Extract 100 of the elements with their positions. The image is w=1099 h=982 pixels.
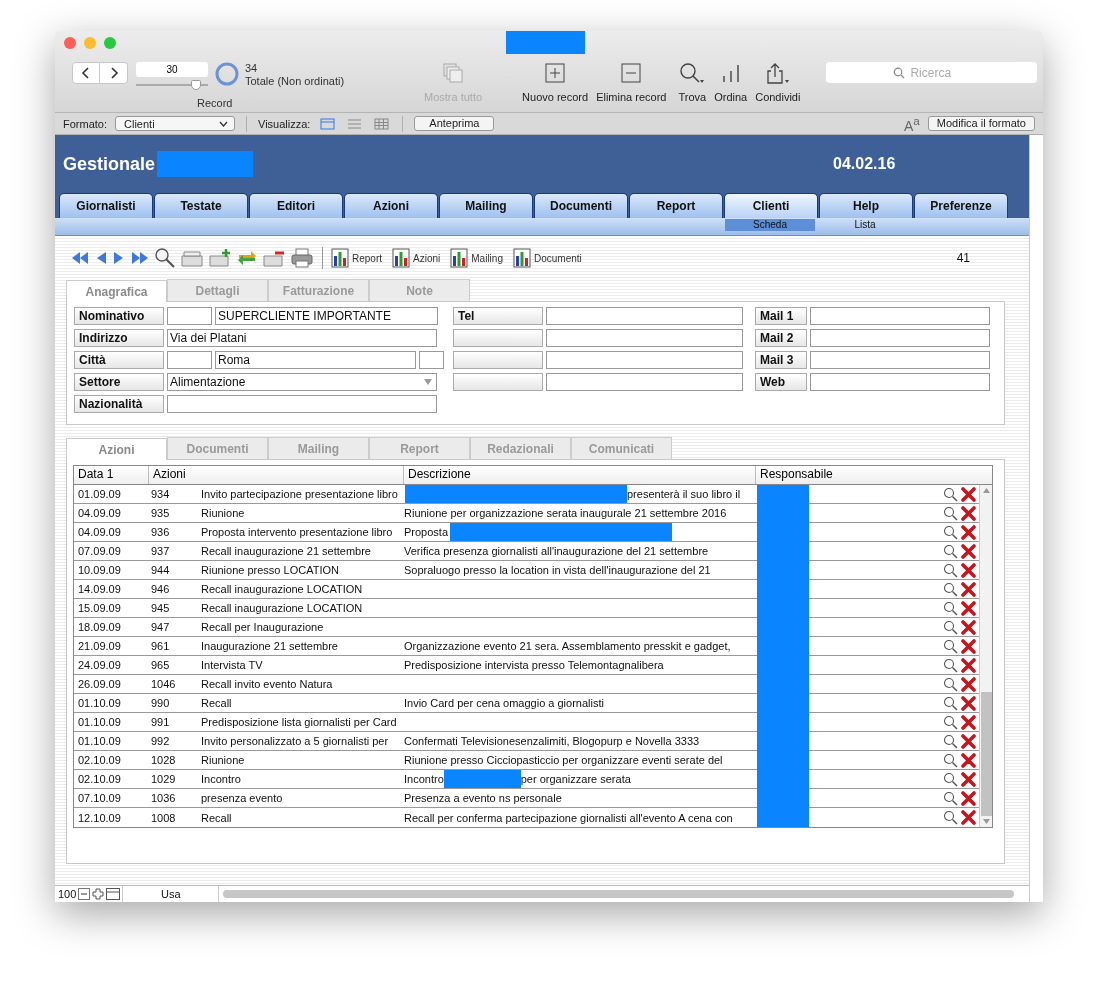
search-icon[interactable] <box>943 733 958 749</box>
print-icon[interactable] <box>290 247 314 269</box>
horizontal-scrollbar[interactable] <box>223 890 1014 898</box>
dropdown-field[interactable]: Alimentazione <box>167 373 437 391</box>
new-tool-button[interactable]: Nuovo record <box>522 62 589 103</box>
vertical-scrollbar[interactable] <box>979 485 992 827</box>
input-field[interactable] <box>167 351 212 369</box>
zoom-in-icon[interactable] <box>92 888 105 900</box>
input-field[interactable] <box>167 395 437 413</box>
view-as-table-icon[interactable] <box>373 116 392 131</box>
previous-record-button[interactable] <box>72 62 100 84</box>
edit-layout-button[interactable]: Modifica il formato <box>927 116 1035 131</box>
view-tab[interactable]: Scheda <box>725 219 815 231</box>
add-record-icon[interactable] <box>208 248 232 268</box>
search-icon[interactable] <box>943 600 958 616</box>
close-button[interactable] <box>64 37 76 49</box>
text-size-button[interactable]: A$^{a}$ <box>903 113 920 134</box>
find-tool-button[interactable]: Trova <box>678 62 707 103</box>
delete-icon[interactable] <box>961 752 976 768</box>
description-text: Riunione presso Cicciopasticcio per organizzare eventi serate del <box>404 753 723 768</box>
delete-icon[interactable] <box>961 486 976 502</box>
delete-icon[interactable] <box>961 657 976 673</box>
search-icon[interactable] <box>943 524 958 540</box>
report-link-button[interactable]: Azioni <box>392 248 441 268</box>
module-tab[interactable]: Report <box>629 193 723 218</box>
search-icon[interactable] <box>943 695 958 711</box>
module-tab[interactable]: Help <box>819 193 913 218</box>
input-field[interactable] <box>810 373 990 391</box>
search-icon[interactable] <box>943 771 958 787</box>
search-icon <box>893 67 906 79</box>
status-toolbar-icon[interactable] <box>106 888 121 900</box>
search-icon[interactable] <box>943 752 958 768</box>
first-record-icon[interactable] <box>70 250 90 266</box>
delete-icon[interactable] <box>961 676 976 692</box>
input-field[interactable] <box>810 351 990 369</box>
search-icon[interactable] <box>943 676 958 692</box>
form-tab[interactable]: Anagrafica <box>66 280 167 302</box>
delete-icon[interactable] <box>961 695 976 711</box>
delete-icon[interactable] <box>961 524 976 540</box>
input-field[interactable] <box>546 329 743 347</box>
search-icon[interactable] <box>943 505 958 521</box>
search-icon[interactable] <box>943 543 958 559</box>
delete-icon[interactable] <box>961 600 976 616</box>
report-link-button[interactable]: Mailing <box>450 248 503 268</box>
record-number-field[interactable]: 30 <box>136 62 208 77</box>
last-record-icon[interactable] <box>130 250 150 266</box>
input-field[interactable]: Roma <box>215 351 416 369</box>
input-field[interactable] <box>167 307 212 325</box>
module-tab[interactable]: Mailing <box>439 193 533 218</box>
search-icon[interactable] <box>943 562 958 578</box>
delete-icon[interactable] <box>961 733 976 749</box>
delete-icon[interactable] <box>961 638 976 654</box>
module-tab[interactable]: Giornalisti <box>59 193 153 218</box>
next-record-button[interactable] <box>100 62 128 84</box>
module-tab[interactable]: Documenti <box>534 193 628 218</box>
search-icon[interactable] <box>943 810 958 825</box>
delete-icon[interactable] <box>961 790 976 806</box>
search-icon[interactable] <box>943 714 958 730</box>
module-tab[interactable]: Editori <box>249 193 343 218</box>
input-field[interactable] <box>546 373 743 391</box>
search-icon[interactable] <box>943 581 958 597</box>
input-field[interactable]: SUPERCLIENTE IMPORTANTE <box>215 307 438 325</box>
sort-tool-button[interactable]: Ordina <box>714 62 748 103</box>
module-tab[interactable]: Testate <box>154 193 248 218</box>
preview-button[interactable]: Anteprima <box>414 116 495 131</box>
module-tab[interactable]: Azioni <box>344 193 438 218</box>
input-field[interactable] <box>810 329 990 347</box>
share-tool-button[interactable]: Condividi <box>755 62 801 103</box>
portal-tab[interactable]: Azioni <box>66 438 167 460</box>
delete-icon[interactable] <box>961 581 976 597</box>
date-cell-text: 24.09.09 <box>77 658 122 673</box>
input-field[interactable]: Via dei Platani <box>167 329 437 347</box>
input-field[interactable] <box>810 307 990 325</box>
delete-tool-button[interactable]: Elimina record <box>596 62 667 103</box>
delete-icon[interactable] <box>961 619 976 635</box>
delete-icon[interactable] <box>961 810 976 825</box>
scroll-up-icon[interactable] <box>981 487 991 494</box>
module-tab[interactable]: Preferenze <box>914 193 1008 218</box>
input-field[interactable] <box>546 307 743 325</box>
module-tab[interactable]: Clienti <box>724 193 818 218</box>
format-dropdown[interactable]: Clienti <box>115 116 235 131</box>
search-icon[interactable] <box>154 247 176 269</box>
zoom-out-icon[interactable] <box>78 888 91 900</box>
search-field[interactable]: Ricerca <box>826 62 1038 83</box>
delete-icon[interactable] <box>961 562 976 578</box>
search-icon[interactable] <box>943 790 958 806</box>
search-icon[interactable] <box>943 486 958 502</box>
report-link-button[interactable]: Report <box>331 248 382 268</box>
report-link-button[interactable]: Documenti <box>512 248 582 268</box>
delete-icon[interactable] <box>961 771 976 787</box>
scroll-down-icon[interactable] <box>981 818 991 825</box>
input-field[interactable] <box>546 351 743 369</box>
search-icon[interactable] <box>943 657 958 673</box>
delete-icon[interactable] <box>961 714 976 730</box>
search-icon[interactable] <box>943 619 958 635</box>
input-field[interactable] <box>419 351 444 369</box>
view-tab[interactable]: Lista <box>820 219 910 231</box>
delete-icon[interactable] <box>961 543 976 559</box>
search-icon[interactable] <box>943 638 958 654</box>
delete-icon[interactable] <box>961 505 976 521</box>
